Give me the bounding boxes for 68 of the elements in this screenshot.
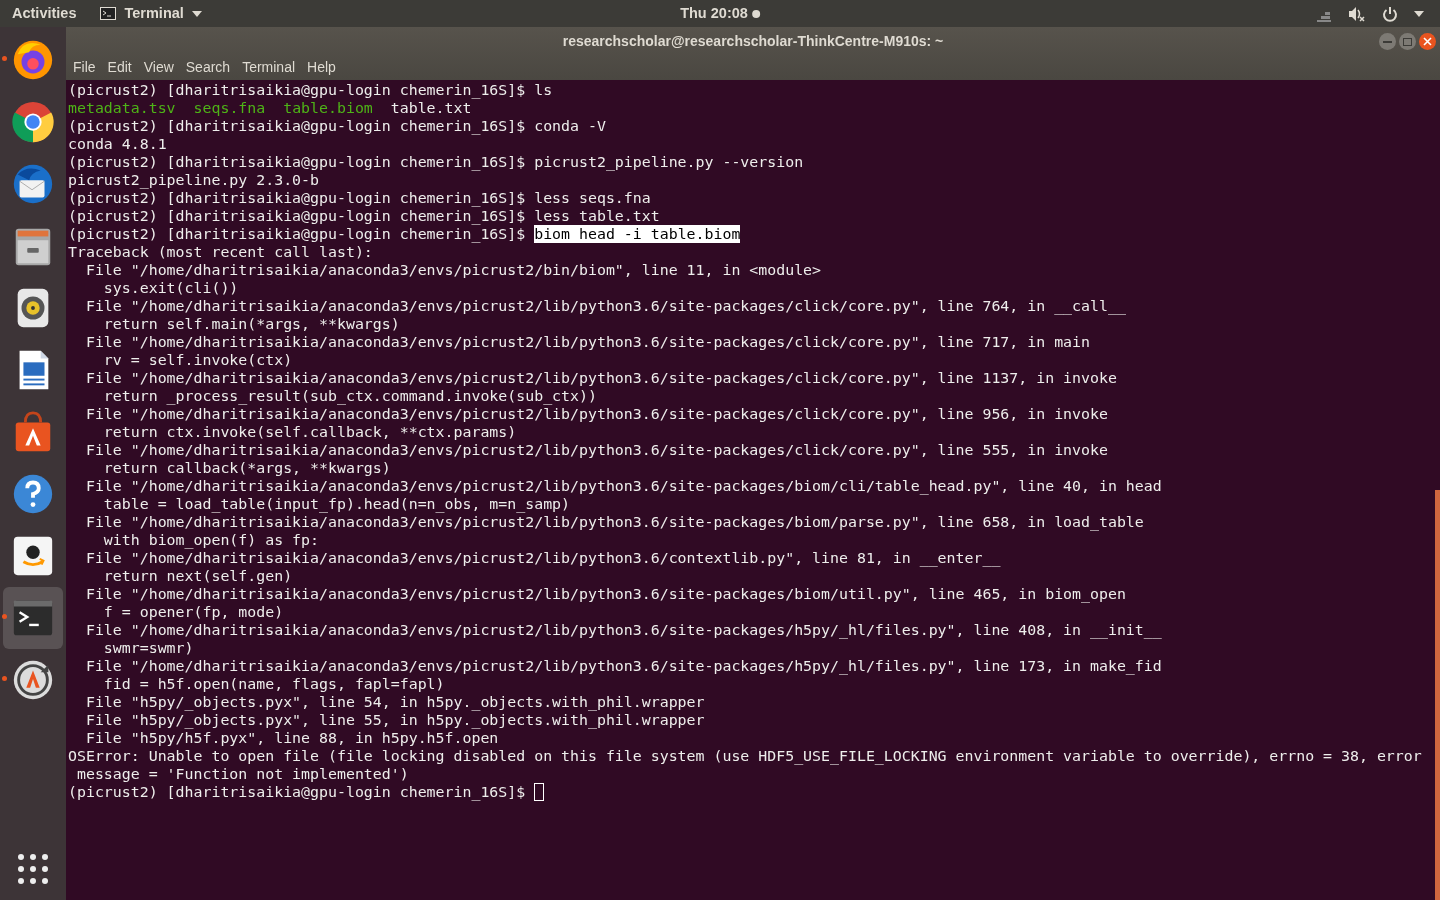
close-button[interactable] xyxy=(1419,33,1436,50)
terminal-line: (picrust2) [dharitrisaikia@gpu-login chemerin_16S]$ conda -V xyxy=(68,117,606,135)
menu-item[interactable]: Edit xyxy=(106,57,133,78)
maximize-icon xyxy=(1403,37,1412,46)
menu-item[interactable]: View xyxy=(142,57,175,78)
terminal-line: conda 4.8.1 xyxy=(68,135,167,153)
menu-item[interactable]: File xyxy=(72,57,97,78)
terminal-line: sys.exit(cli()) xyxy=(102,279,239,297)
terminal-line: rv = self.invoke(ctx) xyxy=(102,351,293,369)
app-grid-icon[interactable] xyxy=(18,854,48,884)
clock[interactable]: Thu 20:08 xyxy=(680,2,748,25)
terminal-line: OSError: Unable to open file (file locking disabled on this file system (use HDF5_USE_FILE_LOCKING environment variable to override), errno = 38, error xyxy=(68,747,1422,765)
terminal-line: message = 'Function not implemented') xyxy=(75,765,409,783)
menu-item[interactable]: Terminal xyxy=(241,57,297,78)
terminal-line: File "/home/dharitrisaikia/anaconda3/envs/picrust2/lib/python3.6/site-packages/click/core.py", line 1137, in invoke xyxy=(84,369,1117,387)
terminal-line: File "/home/dharitrisaikia/anaconda3/envs/picrust2/lib/python3.6/site-packages/click/core.py", line 717, in main xyxy=(84,333,1090,351)
terminal-line: return ctx.invoke(self.callback, **ctx.params) xyxy=(102,423,517,441)
scrollbar[interactable] xyxy=(1435,490,1440,900)
terminal-line: return callback(*args, **kwargs) xyxy=(102,459,391,477)
close-icon xyxy=(1423,37,1432,46)
terminal-line: swmr=swmr) xyxy=(102,639,194,657)
terminal-line: (picrust2) [dharitrisaikia@gpu-login chemerin_16S]$ less seqs.fna xyxy=(68,189,651,207)
terminal-line: File "/home/dharitrisaikia/anaconda3/envs/picrust2/lib/python3.6/site-packages/biom/util.py", line 465, in biom_open xyxy=(84,585,1126,603)
muted-speaker-icon[interactable] xyxy=(1348,5,1366,22)
power-icon[interactable] xyxy=(1382,5,1398,22)
terminal-line: File "/home/dharitrisaikia/anaconda3/envs/picrust2/lib/python3.6/site-packages/h5py/_hl/files.py", line 408, in __init__ xyxy=(84,621,1162,639)
terminal-line: return _process_result(sub_ctx.command.invoke(sub_ctx)) xyxy=(102,387,597,405)
terminal-line: (picrust2) [dharitrisaikia@gpu-login chemerin_16S]$ xyxy=(68,225,527,243)
app-menu[interactable]: Terminal xyxy=(100,2,202,25)
caret-icon xyxy=(191,10,202,17)
terminal-line: File "h5py/_objects.pyx", line 54, in h5py._objects.with_phil.wrapper xyxy=(84,693,705,711)
menu-item[interactable]: Help xyxy=(306,57,337,78)
file-name: metadata.tsv xyxy=(68,99,176,117)
window-title: researchscholar@researchscholar-ThinkCentre-M910s: ~ xyxy=(562,31,944,51)
file-name: seqs.fna xyxy=(193,99,266,117)
terminal-line: fid = h5f.open(name, flags, fapl=fapl) xyxy=(102,675,445,693)
terminal-line: (picrust2) [dharitrisaikia@gpu-login chemerin_16S]$ xyxy=(68,783,527,801)
terminal-line: File "/home/dharitrisaikia/anaconda3/envs/picrust2/lib/python3.6/site-packages/click/core.py", line 555, in invoke xyxy=(84,441,1108,459)
terminal-line: (picrust2) [dharitrisaikia@gpu-login chemerin_16S]$ ls xyxy=(68,81,553,99)
terminal-line: File "/home/dharitrisaikia/anaconda3/envs/picrust2/lib/python3.6/site-packages/biom/parse.py", line 658, in load_table xyxy=(84,513,1144,531)
terminal-line: File "h5py/_objects.pyx", line 55, in h5py._objects.with_phil.wrapper xyxy=(84,711,705,729)
terminal-line: File "/home/dharitrisaikia/anaconda3/envs/picrust2/bin/biom", line 11, in <module> xyxy=(84,261,822,279)
terminal-line: File "/home/dharitrisaikia/anaconda3/envs/picrust2/lib/python3.6/site-packages/click/core.py", line 956, in invoke xyxy=(84,405,1108,423)
terminal-line: with biom_open(f) as fp: xyxy=(102,531,320,549)
file-name: table.biom xyxy=(283,99,373,117)
terminal-line: return self.main(*args, **kwargs) xyxy=(102,315,400,333)
terminal-line: Traceback (most recent call last): xyxy=(68,243,373,261)
terminal-line: return next(self.gen) xyxy=(102,567,293,585)
terminal-line: File "/home/dharitrisaikia/anaconda3/envs/picrust2/lib/python3.6/site-packages/h5py/_hl/files.py", line 173, in make_fid xyxy=(84,657,1162,675)
terminal-line: picrust2_pipeline.py 2.3.0-b xyxy=(68,171,320,189)
terminal-line: File "/home/dharitrisaikia/anaconda3/envs/picrust2/lib/python3.6/site-packages/click/core.py", line 764, in __call__ xyxy=(84,297,1126,315)
terminal-line: f = opener(fp, mode) xyxy=(102,603,284,621)
app-menu-label: Terminal xyxy=(124,3,184,23)
terminal-line: table = load_table(input_fp).head(n=n_obs, m=n_samp) xyxy=(102,495,571,513)
terminal-icon xyxy=(100,7,117,20)
terminal-line: File "/home/dharitrisaikia/anaconda3/envs/picrust2/lib/python3.6/contextlib.py", line 81, in __enter__ xyxy=(84,549,1001,567)
minimize-icon xyxy=(1383,40,1392,43)
terminal-line: (picrust2) [dharitrisaikia@gpu-login chemerin_16S]$ less table.txt xyxy=(68,207,660,225)
chrome-icon xyxy=(10,99,56,145)
terminal-line: table.txt xyxy=(390,99,472,117)
terminal-line: File "h5py/h5f.pyx", line 88, in h5py.h5f.open xyxy=(84,729,499,747)
menu-item[interactable]: Search xyxy=(184,57,232,78)
terminal-line: File "/home/dharitrisaikia/anaconda3/envs/picrust2/lib/python3.6/site-packages/biom/cli/table_head.py", line 40, in head xyxy=(84,477,1162,495)
caret-icon[interactable] xyxy=(1414,10,1424,17)
selected-text: biom head -i table.biom xyxy=(534,225,741,243)
minimize-button[interactable] xyxy=(1379,33,1396,50)
activities-button[interactable]: Activities xyxy=(0,2,89,25)
terminal-line: (picrust2) [dharitrisaikia@gpu-login chemerin_16S]$ picrust2_pipeline.py --version xyxy=(68,153,804,171)
